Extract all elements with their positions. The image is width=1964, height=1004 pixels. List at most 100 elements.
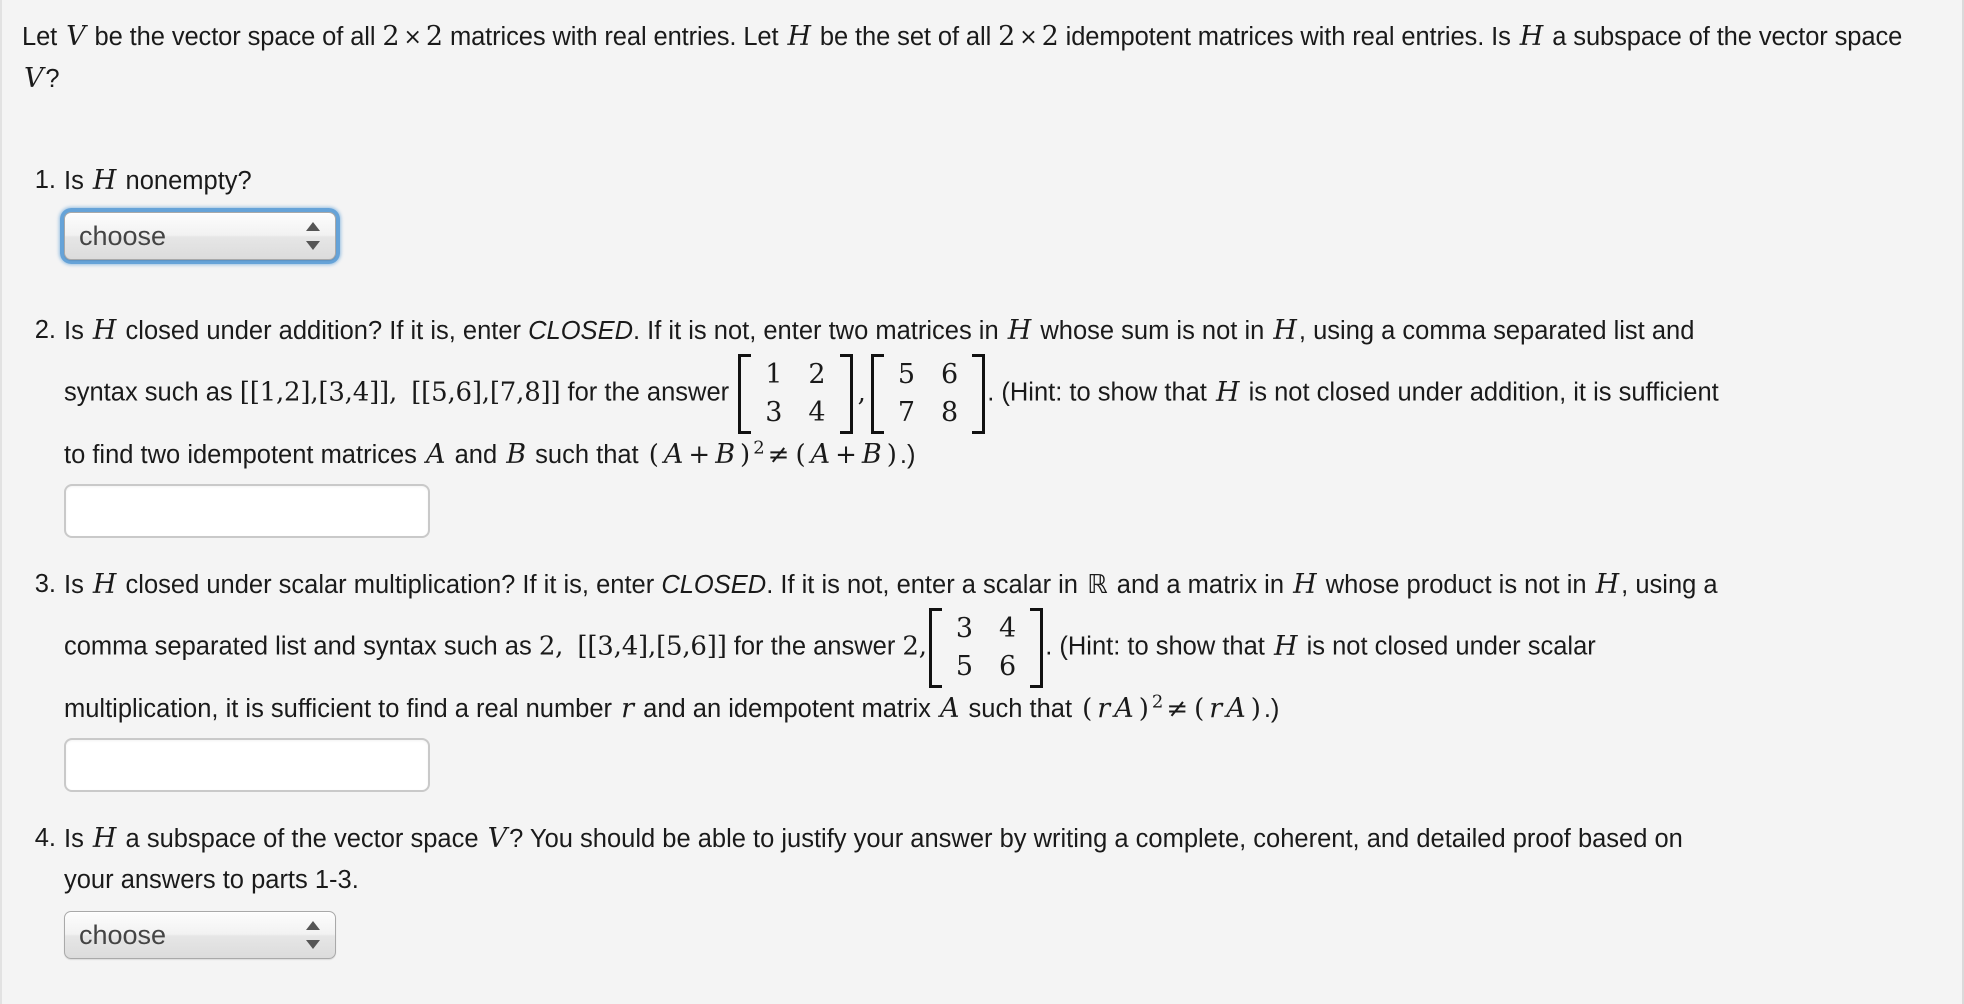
paren-open-2: ( — [1194, 694, 1205, 724]
paren-open-2: ( — [795, 440, 806, 470]
math-symbol-r-expr: r — [1097, 693, 1111, 724]
q2-line3-a: to find two idempotent matrices — [64, 441, 425, 469]
matrix-cell: 1 — [765, 359, 783, 390]
q2-text-d: whose sum is not in — [1033, 317, 1272, 345]
q3-answer-scalar: 2, — [902, 631, 927, 662]
q2-text-c: . If it is not, enter two matrices in — [633, 317, 1006, 345]
intro-text-5: idempotent matrices with real entries. I… — [1058, 23, 1518, 51]
matrix-cell: 4 — [999, 613, 1017, 644]
question-3-control — [64, 738, 1962, 792]
math-symbol-H-c: H — [1595, 569, 1620, 600]
q1-text-a: Is — [64, 167, 91, 195]
math-times-icon-2: × — [1019, 25, 1038, 50]
q3-text-e: whose product is not in — [1318, 571, 1594, 599]
math-symbol-V: V — [487, 823, 508, 854]
question-2-text-line-2: syntax such as [[1,2],[3,4]], [[5,6],[7,… — [64, 354, 1962, 434]
question-1: 1. Is H nonempty? choose — [35, 160, 1962, 264]
math-plus: + — [688, 440, 711, 470]
q2-line2-b: for the answer — [560, 378, 737, 407]
question-3-text-line-3: multiplication, it is sufficient to find… — [64, 688, 1962, 730]
math-symbol-H: H — [787, 21, 811, 52]
paren-close-2: ) — [886, 440, 897, 470]
q2-syntax-a: [[1,2],[3,4]], — [239, 377, 398, 408]
math-symbol-A: A — [939, 693, 960, 724]
matrix-cell: 5 — [897, 359, 916, 390]
math-exponent-2: 2 — [753, 437, 765, 459]
math-symbol-reals: ℝ — [1087, 570, 1108, 600]
math-number-2b: 2 — [425, 21, 443, 52]
question-4-text-line-2: your answers to parts 1-3. — [64, 866, 359, 894]
paren-open: ( — [1082, 694, 1093, 724]
select-wrap-4: choose — [60, 907, 340, 963]
q3-line3-a: multiplication, it is sufficient to find… — [64, 695, 620, 723]
math-symbol-H: H — [92, 165, 117, 196]
paren-close: ) — [1138, 694, 1149, 724]
matrix-cell: 3 — [765, 397, 783, 428]
select-focus-ring-1: choose — [60, 208, 340, 264]
q2-text-e: , using a comma separated list and — [1298, 317, 1695, 345]
q2-line2-a: syntax such as — [64, 378, 240, 407]
math-symbol-A: A — [426, 439, 446, 470]
question-2-answer-input[interactable] — [64, 484, 430, 538]
question-list: 1. Is H nonempty? choose 2. Is H closed … — [22, 160, 1962, 963]
question-1-body: Is H nonempty? choose — [60, 160, 1962, 264]
math-number-2c: 2 — [998, 21, 1016, 52]
paren-open: ( — [648, 440, 659, 470]
question-3-answer-input[interactable] — [64, 738, 430, 792]
q3-text-d: and a matrix in — [1109, 571, 1292, 599]
q3-text-f: , using a — [1621, 571, 1718, 599]
intro-text-2: be the vector space of all — [87, 23, 383, 51]
math-not-equal: ≠ — [1166, 694, 1189, 724]
math-symbol-V2: V — [24, 63, 44, 94]
matrix-cell: 5 — [955, 651, 974, 682]
math-number-2d: 2 — [1041, 21, 1059, 52]
math-exponent-2: 2 — [1151, 691, 1164, 713]
matrix-3456: 3 4 5 6 — [928, 608, 1044, 688]
math-symbol-H2: H — [1519, 21, 1544, 52]
question-4-number: 4. — [34, 824, 56, 852]
question-3-number: 3. — [34, 570, 56, 598]
q2-text-b: closed under addition? If it is, enter — [118, 317, 529, 345]
q2-line3-d: .) — [899, 441, 916, 469]
math-not-equal: ≠ — [767, 440, 790, 470]
math-symbol-A-expr: A — [1114, 693, 1134, 724]
matrix-1234: 1 2 3 4 — [738, 354, 853, 434]
q2-line3-c: such that — [528, 441, 646, 469]
math-symbol-H-c: H — [1273, 315, 1297, 346]
math-symbol-r-expr2: r — [1209, 693, 1223, 724]
math-symbol-H: H — [92, 569, 117, 600]
math-symbol-H-b: H — [1293, 569, 1317, 600]
matrix-5678: 5 6 7 8 — [870, 354, 986, 434]
matrix-cell: 6 — [941, 359, 959, 390]
math-symbol-A-expr2: A — [1226, 693, 1246, 724]
math-symbol-B-expr: B — [715, 439, 736, 470]
question-3-text-line-1: Is H closed under scalar multiplication?… — [64, 564, 1962, 606]
math-symbol-H: H — [92, 823, 117, 854]
paren-close-2: ) — [1250, 694, 1261, 724]
intro-text-4: be the set of all — [812, 23, 999, 51]
q3-text-c: . If it is not, enter a scalar in — [766, 571, 1086, 599]
question-2-number: 2. — [34, 316, 56, 344]
question-3-body: Is H closed under scalar multiplication?… — [64, 564, 1962, 792]
q2-emphasis-closed: CLOSED — [528, 317, 633, 345]
math-plus-2: + — [835, 440, 857, 470]
math-symbol-H-b: H — [1007, 315, 1032, 346]
math-symbol-r: r — [621, 693, 635, 724]
q3-syntax-b: [[3,4],[5,6]] — [577, 631, 727, 662]
q3-text-a: Is — [64, 571, 91, 599]
question-2-control — [64, 484, 1962, 538]
q3-line2-a: comma separated list and syntax such as — [64, 632, 539, 661]
intro-text-1: Let — [22, 23, 65, 51]
q3-line3-c: such that — [961, 695, 1080, 723]
intro-text-6: a subspace of the vector space — [1545, 23, 1903, 51]
q2-syntax-b: [[5,6],[7,8]] — [411, 377, 561, 408]
problem-page: Let V be the vector space of all 2 × 2 mat… — [0, 0, 1964, 1004]
intro-text-7: ? — [45, 65, 60, 93]
q3-text-b: closed under scalar multiplication? If i… — [118, 571, 662, 599]
math-symbol-V: V — [66, 21, 86, 52]
question-3-text-line-2: comma separated list and syntax such as … — [64, 608, 1962, 688]
q3-emphasis-closed: CLOSED — [661, 571, 767, 599]
problem-statement: Let V be the vector space of all 2 × 2 mat… — [22, 16, 1942, 100]
question-1-select[interactable]: choose — [64, 212, 336, 260]
question-4-select[interactable]: choose — [64, 911, 336, 959]
